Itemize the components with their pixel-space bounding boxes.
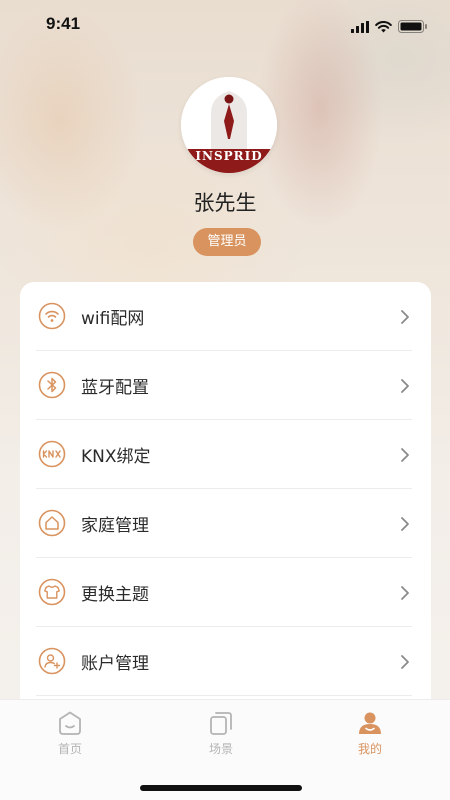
chevron-right-icon [401,310,409,324]
menu-item-label: 账户管理 [81,654,149,674]
chevron-right-icon [401,379,409,393]
add-user-icon [38,647,66,675]
wifi-icon [375,20,392,32]
menu-item-label: 更换主题 [81,585,149,605]
menu-item-knx[interactable]: KNX绑定 [36,420,412,489]
menu-item-label: KNX绑定 [81,447,151,467]
home-indicator [140,785,302,791]
tab-home[interactable]: 首页 [30,710,110,770]
menu-item-bluetooth[interactable]: 蓝牙配置 [36,351,412,420]
home-icon [38,509,66,537]
settings-menu: wifi配网 蓝牙配置 KNX绑定 家庭管理 更换主题 账户管理 [20,282,431,722]
battery-icon [398,20,427,33]
shirt-icon [38,578,66,606]
avatar[interactable]: INSPRID [181,77,277,173]
user-name: 张先生 [193,191,257,215]
cellular-signal-icon [351,20,369,33]
avatar-logo-text: INSPRID [195,149,263,163]
tab-mine[interactable]: 我的 [330,710,410,770]
chevron-right-icon [401,586,409,600]
menu-item-family[interactable]: 家庭管理 [36,489,412,558]
chevron-right-icon [401,655,409,669]
wifi-icon [38,302,66,330]
knx-icon [38,440,66,468]
tab-label: 场景 [208,742,233,756]
role-badge: 管理员 [193,228,261,256]
menu-item-account[interactable]: 账户管理 [36,627,412,696]
tab-label: 我的 [357,742,382,756]
scene-tab-icon [210,712,232,735]
menu-item-theme[interactable]: 更换主题 [36,558,412,627]
status-time: 9:41 [46,14,81,33]
status-bar: 9:41 [0,0,450,50]
profile-tab-icon [359,712,381,734]
menu-item-label: wifi配网 [81,309,145,329]
menu-item-wifi[interactable]: wifi配网 [36,282,412,351]
bluetooth-icon [38,371,66,399]
menu-item-label: 家庭管理 [81,516,149,536]
home-tab-icon [59,711,81,735]
menu-item-label: 蓝牙配置 [81,378,149,398]
chevron-right-icon [401,517,409,531]
chevron-right-icon [401,448,409,462]
tab-label: 首页 [57,742,82,756]
status-icons [351,20,428,33]
tab-scene[interactable]: 场景 [181,710,261,770]
